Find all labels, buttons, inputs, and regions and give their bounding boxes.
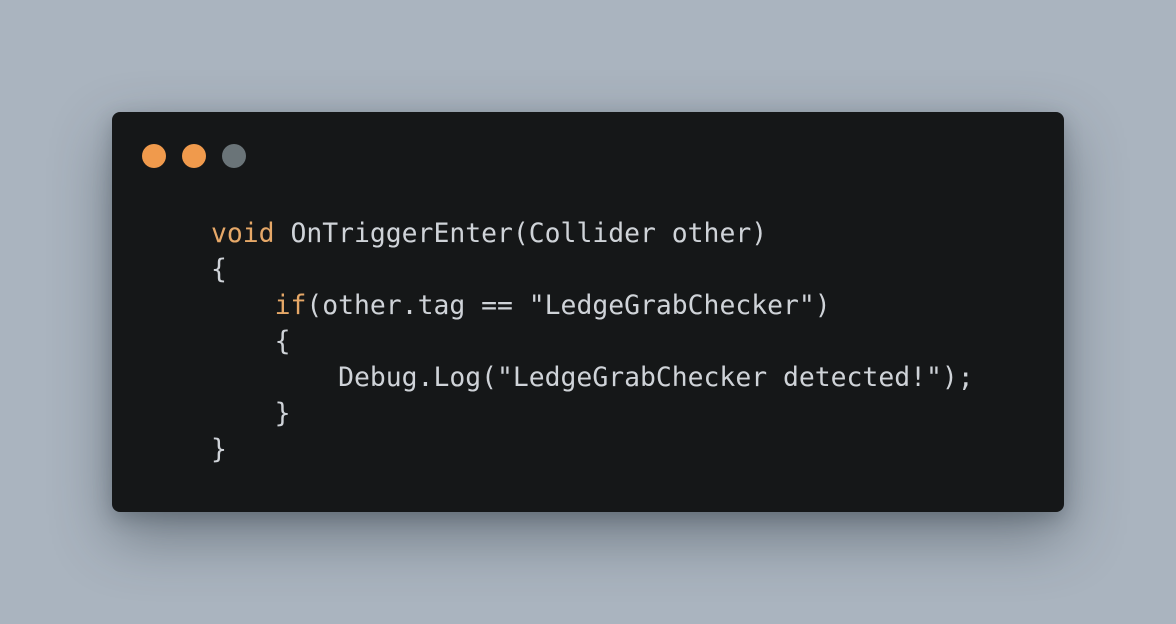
code-line-6: } bbox=[211, 396, 974, 432]
maximize-dot-icon[interactable] bbox=[222, 144, 246, 168]
code-line-5: Debug.Log("LedgeGrabChecker detected!"); bbox=[211, 360, 974, 396]
code-line-3: if(other.tag == "LedgeGrabChecker") bbox=[211, 288, 974, 324]
keyword-if: if bbox=[274, 290, 307, 321]
code-block: void OnTriggerEnter(Collider other){ if(… bbox=[211, 216, 974, 468]
code-window: void OnTriggerEnter(Collider other){ if(… bbox=[112, 112, 1064, 512]
code-line-1: void OnTriggerEnter(Collider other) bbox=[211, 216, 974, 252]
code-line-4: { bbox=[211, 324, 974, 360]
open-brace: { bbox=[211, 254, 227, 285]
debug-log-call: Debug.Log("LedgeGrabChecker detected!"); bbox=[338, 362, 974, 393]
method-signature: OnTriggerEnter(Collider other) bbox=[274, 218, 768, 249]
if-condition: (other.tag == "LedgeGrabChecker") bbox=[306, 290, 831, 321]
window-controls bbox=[142, 144, 246, 168]
code-line-7: } bbox=[211, 432, 974, 468]
close-brace: } bbox=[211, 434, 227, 465]
close-dot-icon[interactable] bbox=[142, 144, 166, 168]
code-line-2: { bbox=[211, 252, 974, 288]
open-brace: { bbox=[274, 326, 291, 357]
close-brace: } bbox=[274, 398, 291, 429]
keyword-void: void bbox=[211, 218, 275, 249]
minimize-dot-icon[interactable] bbox=[182, 144, 206, 168]
